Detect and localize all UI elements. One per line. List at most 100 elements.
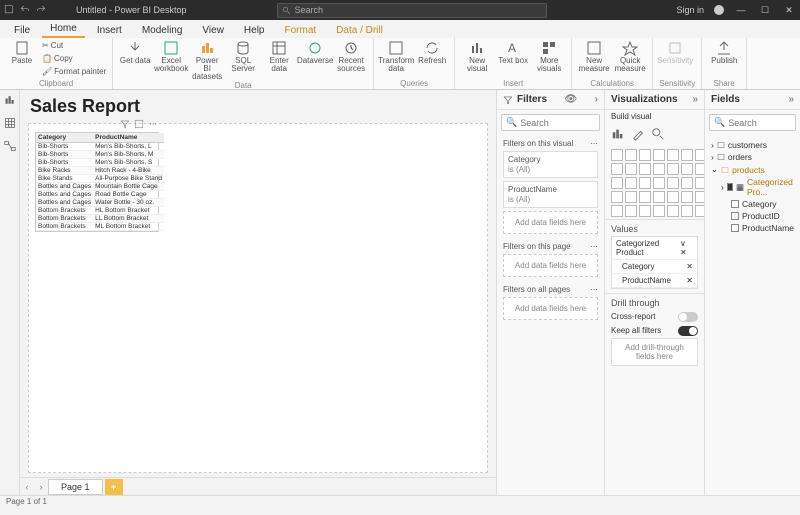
visual-type-3[interactable] <box>653 149 665 161</box>
visual-type-25[interactable] <box>667 191 679 203</box>
drill-drop[interactable]: Add drill-through fields here <box>611 338 698 366</box>
tab-datadrill[interactable]: Data / Drill <box>328 23 391 38</box>
field-category[interactable]: Category <box>711 198 794 210</box>
visual-type-9[interactable] <box>639 163 651 175</box>
more-icon[interactable]: ⋯ <box>590 242 598 251</box>
focus-icon[interactable] <box>134 119 144 132</box>
text-box-button[interactable]: AText box <box>497 40 529 65</box>
minimize-button[interactable]: — <box>734 5 748 15</box>
visual-type-24[interactable] <box>653 191 665 203</box>
new-visual-button[interactable]: New visual <box>461 40 493 73</box>
visual-type-0[interactable] <box>611 149 623 161</box>
values-well[interactable]: Categorized Product∨ ✕ Category✕ Product… <box>611 236 698 289</box>
visual-type-11[interactable] <box>667 163 679 175</box>
visual-type-7[interactable] <box>611 163 623 175</box>
visual-type-21[interactable] <box>611 191 623 203</box>
more-icon[interactable]: ⋯ <box>590 285 598 294</box>
tab-insert[interactable]: Insert <box>89 23 130 38</box>
report-canvas[interactable]: CategoryProductName Bib-ShortsMen's Bib-… <box>28 123 488 473</box>
visual-type-1[interactable] <box>625 149 637 161</box>
table-visual[interactable]: CategoryProductName Bib-ShortsMen's Bib-… <box>35 132 159 232</box>
tab-home[interactable]: Home <box>42 21 85 38</box>
get-data-button[interactable]: Get data <box>119 40 151 65</box>
build-icon[interactable] <box>611 127 625 143</box>
avatar[interactable] <box>714 5 724 15</box>
analytics-icon[interactable] <box>651 127 665 143</box>
field-productname[interactable]: ProductName <box>711 222 794 234</box>
visual-type-10[interactable] <box>653 163 665 175</box>
visual-type-5[interactable] <box>681 149 693 161</box>
table-orders[interactable]: ›orders <box>711 151 794 163</box>
field-productid[interactable]: ProductID <box>711 210 794 222</box>
data-view-icon[interactable] <box>4 117 16 132</box>
transform-data-button[interactable]: Transform data <box>380 40 412 73</box>
undo-icon[interactable] <box>20 4 30 16</box>
tab-view[interactable]: View <box>194 23 232 38</box>
visual-type-4[interactable] <box>667 149 679 161</box>
filter-drop-visual[interactable]: Add data fields here <box>503 211 598 234</box>
publish-button[interactable]: Publish <box>708 40 740 65</box>
visual-type-17[interactable] <box>653 177 665 189</box>
field-categorized[interactable]: ›▦Categorized Pro... <box>711 176 794 198</box>
visual-type-30[interactable] <box>639 205 651 217</box>
recent-sources-button[interactable]: Recent sources <box>335 40 367 73</box>
tab-format[interactable]: Format <box>277 23 325 38</box>
filter-icon[interactable] <box>120 119 130 132</box>
visual-type-14[interactable] <box>611 177 623 189</box>
page-prev[interactable]: ‹ <box>20 482 34 492</box>
enter-data-button[interactable]: Enter data <box>263 40 295 73</box>
sql-server-button[interactable]: SQL Server <box>227 40 259 73</box>
refresh-button[interactable]: Refresh <box>416 40 448 65</box>
filter-search[interactable]: 🔍 <box>501 114 600 131</box>
fields-search[interactable]: 🔍 <box>709 114 796 131</box>
global-search[interactable]: Search <box>277 3 547 18</box>
visual-type-2[interactable] <box>639 149 651 161</box>
sensitivity-button[interactable]: Sensitivity <box>659 40 691 65</box>
visual-type-26[interactable] <box>681 191 693 203</box>
more-visuals-button[interactable]: More visuals <box>533 40 565 73</box>
visual-type-19[interactable] <box>681 177 693 189</box>
visual-type-12[interactable] <box>681 163 693 175</box>
visual-type-16[interactable] <box>639 177 651 189</box>
visual-type-18[interactable] <box>667 177 679 189</box>
maximize-button[interactable]: ☐ <box>758 5 772 16</box>
paste-button[interactable]: Paste <box>6 40 38 65</box>
filter-card-category[interactable]: Categoryis (All) <box>503 151 598 178</box>
filter-drop-all[interactable]: Add data fields here <box>503 297 598 320</box>
dataverse-button[interactable]: Dataverse <box>299 40 331 65</box>
collapse-icon[interactable]: » <box>692 94 698 105</box>
pbi-datasets-button[interactable]: Power BI datasets <box>191 40 223 81</box>
visual-type-28[interactable] <box>611 205 623 217</box>
visual-type-8[interactable] <box>625 163 637 175</box>
excel-button[interactable]: Excel workbook <box>155 40 187 73</box>
model-view-icon[interactable] <box>4 140 16 155</box>
new-measure-button[interactable]: New measure <box>578 40 610 73</box>
eye-icon[interactable]: 👁 <box>564 94 577 105</box>
copy-button[interactable]: 📋Copy <box>42 53 106 65</box>
page-tab-1[interactable]: Page 1 <box>48 479 103 495</box>
cross-report-toggle[interactable] <box>678 312 698 322</box>
keep-filters-toggle[interactable] <box>678 326 698 336</box>
format-icon[interactable] <box>631 127 645 143</box>
tab-help[interactable]: Help <box>236 23 273 38</box>
redo-icon[interactable] <box>36 4 46 16</box>
collapse-icon[interactable]: » <box>788 94 794 105</box>
cut-button[interactable]: ✂Cut <box>42 40 106 52</box>
format-painter-button[interactable]: 🖌Format painter <box>42 66 106 78</box>
save-icon[interactable] <box>4 4 14 16</box>
visual-type-23[interactable] <box>639 191 651 203</box>
quick-measure-button[interactable]: Quick measure <box>614 40 646 73</box>
more-icon[interactable] <box>148 119 158 132</box>
add-page-button[interactable]: + <box>105 479 123 495</box>
sign-in[interactable]: Sign in <box>676 5 704 15</box>
table-products[interactable]: ⌄products <box>711 163 794 176</box>
visual-type-29[interactable] <box>625 205 637 217</box>
report-view-icon[interactable] <box>4 94 16 109</box>
visual-type-15[interactable] <box>625 177 637 189</box>
visual-type-32[interactable] <box>667 205 679 217</box>
more-icon[interactable]: ⋯ <box>590 139 598 148</box>
collapse-icon[interactable]: › <box>595 94 598 105</box>
page-next[interactable]: › <box>34 482 48 492</box>
visual-type-22[interactable] <box>625 191 637 203</box>
visual-type-31[interactable] <box>653 205 665 217</box>
